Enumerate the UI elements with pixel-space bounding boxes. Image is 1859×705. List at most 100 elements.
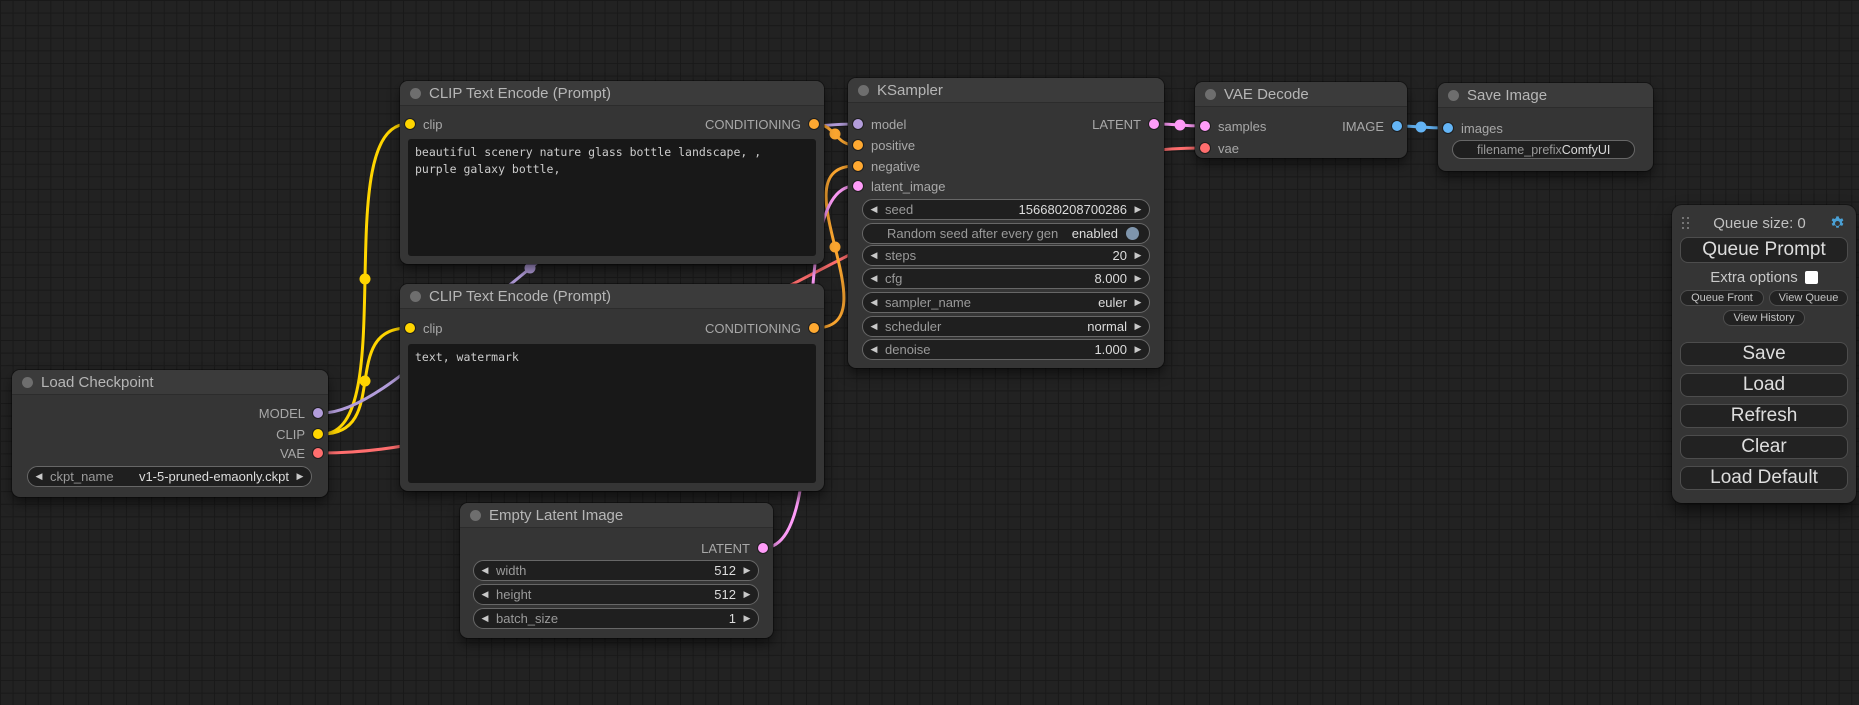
output-slot-vae[interactable]: VAE <box>280 444 323 462</box>
refresh-button[interactable]: Refresh <box>1680 404 1848 428</box>
extra-options-checkbox[interactable] <box>1805 271 1818 284</box>
input-slot-positive[interactable]: positive <box>853 136 915 154</box>
latent-output-dot[interactable] <box>1149 119 1159 129</box>
conditioning-output-dot[interactable] <box>809 323 819 333</box>
save-button[interactable]: Save <box>1680 342 1848 366</box>
node-save-image[interactable]: Save Image images filename_prefix ComfyU… <box>1438 83 1653 171</box>
seed-stepper[interactable]: ◀ seed 156680208700286 ▶ <box>862 199 1150 220</box>
node-title-bar[interactable]: Empty Latent Image <box>460 503 773 528</box>
output-slot-conditioning[interactable]: CONDITIONING <box>705 115 819 133</box>
panel-drag-handle-icon[interactable] <box>1682 217 1690 229</box>
input-slot-samples[interactable]: samples <box>1200 117 1266 135</box>
output-slot-latent[interactable]: LATENT <box>1092 115 1159 133</box>
node-title-bar[interactable]: KSampler <box>848 78 1164 103</box>
clip-input-dot[interactable] <box>405 323 415 333</box>
positive-prompt-textarea[interactable]: beautiful scenery nature glass bottle la… <box>408 139 816 256</box>
output-slot-conditioning[interactable]: CONDITIONING <box>705 319 819 337</box>
ckpt-name-combo[interactable]: ◀ ckpt_name v1-5-pruned-emaonly.ckpt ▶ <box>27 466 312 487</box>
clear-button[interactable]: Clear <box>1680 435 1848 459</box>
output-slot-model[interactable]: MODEL <box>259 404 323 422</box>
negative-prompt-textarea[interactable]: text, watermark <box>408 344 816 483</box>
denoise-stepper[interactable]: ◀ denoise 1.000 ▶ <box>862 339 1150 360</box>
node-collapse-dot[interactable] <box>1205 89 1216 100</box>
cfg-stepper[interactable]: ◀ cfg 8.000 ▶ <box>862 268 1150 289</box>
node-title-bar[interactable]: CLIP Text Encode (Prompt) <box>400 284 824 309</box>
load-default-button[interactable]: Load Default <box>1680 466 1848 490</box>
stepper-left-arrow-icon[interactable]: ◀ <box>863 204 885 215</box>
width-stepper[interactable]: ◀ width 512 ▶ <box>473 560 759 581</box>
input-slot-clip[interactable]: clip <box>405 115 443 133</box>
negative-input-dot[interactable] <box>853 161 863 171</box>
clip-input-dot[interactable] <box>405 119 415 129</box>
sampler-name-combo[interactable]: ◀ sampler_name euler ▶ <box>862 292 1150 313</box>
node-title-bar[interactable]: Load Checkpoint <box>12 370 328 395</box>
node-empty-latent-image[interactable]: Empty Latent Image LATENT ◀ width 512 ▶ … <box>460 503 773 638</box>
stepper-right-arrow-icon[interactable]: ▶ <box>736 589 758 600</box>
node-collapse-dot[interactable] <box>410 291 421 302</box>
batch-size-stepper[interactable]: ◀ batch_size 1 ▶ <box>473 608 759 629</box>
model-input-dot[interactable] <box>853 119 863 129</box>
node-collapse-dot[interactable] <box>858 85 869 96</box>
node-collapse-dot[interactable] <box>410 88 421 99</box>
stepper-right-arrow-icon[interactable]: ▶ <box>1127 250 1149 261</box>
combo-left-arrow-icon[interactable]: ◀ <box>863 321 885 332</box>
view-history-button[interactable]: View History <box>1723 310 1805 326</box>
height-stepper[interactable]: ◀ height 512 ▶ <box>473 584 759 605</box>
stepper-left-arrow-icon[interactable]: ◀ <box>474 613 496 624</box>
positive-input-dot[interactable] <box>853 140 863 150</box>
latent-output-dot[interactable] <box>758 543 768 553</box>
node-load-checkpoint[interactable]: Load Checkpoint MODEL CLIP VAE ◀ ckpt_na… <box>12 370 328 497</box>
input-slot-negative[interactable]: negative <box>853 157 920 175</box>
view-queue-button[interactable]: View Queue <box>1769 290 1848 306</box>
input-slot-vae[interactable]: vae <box>1200 139 1239 157</box>
stepper-right-arrow-icon[interactable]: ▶ <box>736 613 758 624</box>
scheduler-combo[interactable]: ◀ scheduler normal ▶ <box>862 316 1150 337</box>
input-slot-model[interactable]: model <box>853 115 906 133</box>
node-graph-canvas[interactable]: Load Checkpoint MODEL CLIP VAE ◀ ckpt_na… <box>0 0 1859 705</box>
node-collapse-dot[interactable] <box>22 377 33 388</box>
input-slot-clip[interactable]: clip <box>405 319 443 337</box>
node-collapse-dot[interactable] <box>1448 90 1459 101</box>
stepper-right-arrow-icon[interactable]: ▶ <box>1127 204 1149 215</box>
combo-right-arrow-icon[interactable]: ▶ <box>1127 321 1149 332</box>
latent-image-input-dot[interactable] <box>853 181 863 191</box>
stepper-right-arrow-icon[interactable]: ▶ <box>736 565 758 576</box>
stepper-left-arrow-icon[interactable]: ◀ <box>863 344 885 355</box>
load-button[interactable]: Load <box>1680 373 1848 397</box>
stepper-left-arrow-icon[interactable]: ◀ <box>863 273 885 284</box>
stepper-left-arrow-icon[interactable]: ◀ <box>863 250 885 261</box>
image-output-dot[interactable] <box>1392 121 1402 131</box>
node-ksampler[interactable]: KSampler model positive negative latent_… <box>848 78 1164 368</box>
input-slot-latent-image[interactable]: latent_image <box>853 177 945 195</box>
vae-input-dot[interactable] <box>1200 143 1210 153</box>
combo-left-arrow-icon[interactable]: ◀ <box>28 471 50 482</box>
node-collapse-dot[interactable] <box>470 510 481 521</box>
output-slot-latent[interactable]: LATENT <box>701 539 768 557</box>
settings-gear-icon[interactable] <box>1829 215 1846 232</box>
combo-right-arrow-icon[interactable]: ▶ <box>1127 297 1149 308</box>
filename-prefix-field[interactable]: filename_prefix ComfyUI <box>1452 140 1635 159</box>
node-clip-text-encode-negative[interactable]: CLIP Text Encode (Prompt) clip CONDITION… <box>400 284 824 491</box>
stepper-right-arrow-icon[interactable]: ▶ <box>1127 273 1149 284</box>
combo-right-arrow-icon[interactable]: ▶ <box>289 471 311 482</box>
node-title-bar[interactable]: Save Image <box>1438 83 1653 108</box>
queue-prompt-button[interactable]: Queue Prompt <box>1680 237 1848 263</box>
node-clip-text-encode-positive[interactable]: CLIP Text Encode (Prompt) clip CONDITION… <box>400 81 824 264</box>
random-seed-toggle-row[interactable]: Random seed after every gen enabled <box>862 223 1150 244</box>
steps-stepper[interactable]: ◀ steps 20 ▶ <box>862 245 1150 266</box>
output-slot-clip[interactable]: CLIP <box>276 425 323 443</box>
node-title-bar[interactable]: CLIP Text Encode (Prompt) <box>400 81 824 106</box>
node-title-bar[interactable]: VAE Decode <box>1195 82 1407 107</box>
queue-front-button[interactable]: Queue Front <box>1680 290 1764 306</box>
stepper-right-arrow-icon[interactable]: ▶ <box>1127 344 1149 355</box>
clip-output-dot[interactable] <box>313 429 323 439</box>
output-slot-image[interactable]: IMAGE <box>1342 117 1402 135</box>
node-vae-decode[interactable]: VAE Decode samples vae IMAGE <box>1195 82 1407 158</box>
stepper-left-arrow-icon[interactable]: ◀ <box>474 565 496 576</box>
conditioning-output-dot[interactable] <box>809 119 819 129</box>
model-output-dot[interactable] <box>313 408 323 418</box>
images-input-dot[interactable] <box>1443 123 1453 133</box>
input-slot-images[interactable]: images <box>1443 119 1503 137</box>
stepper-left-arrow-icon[interactable]: ◀ <box>474 589 496 600</box>
random-seed-toggle-knob[interactable] <box>1126 227 1139 240</box>
